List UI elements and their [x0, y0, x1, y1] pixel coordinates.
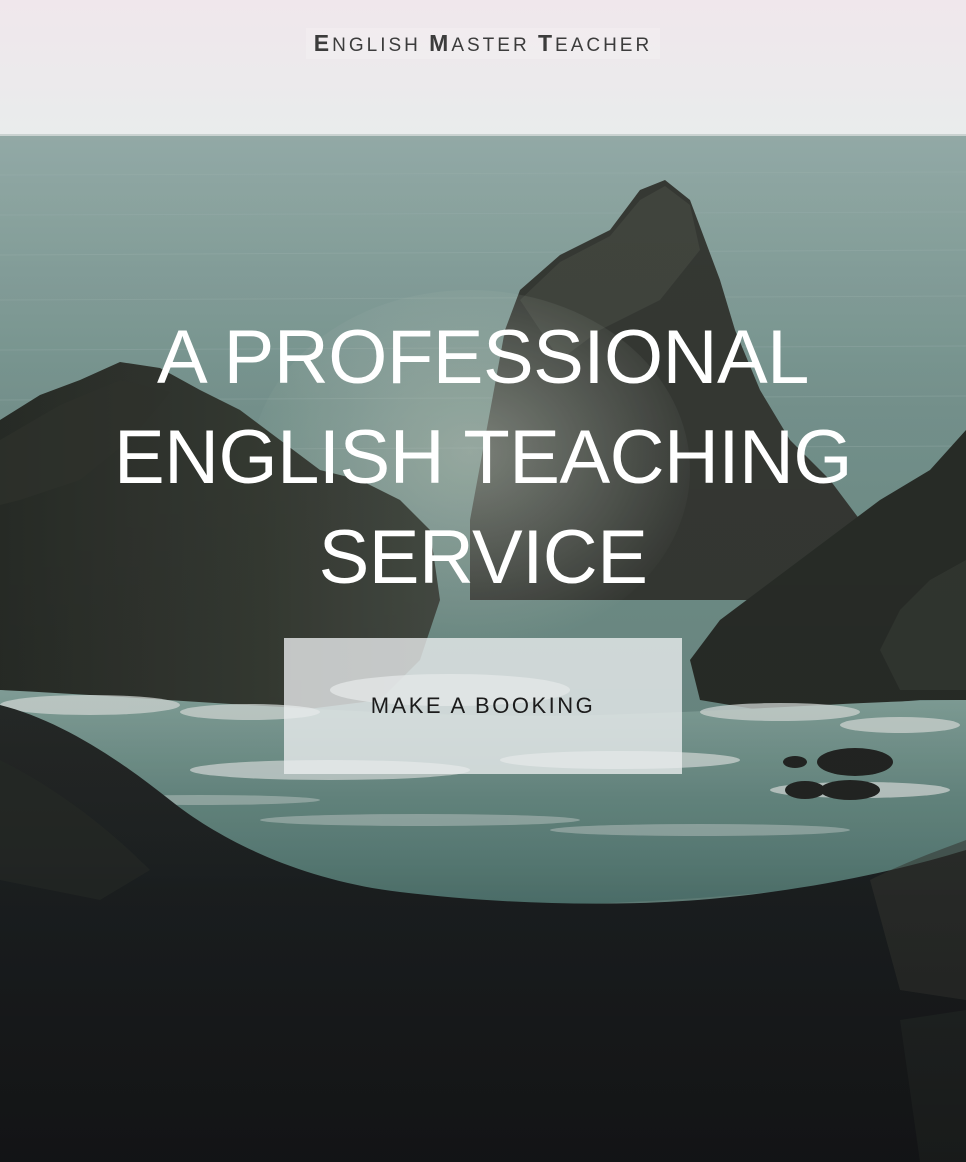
- headline-line: A PROFESSIONAL: [157, 315, 809, 400]
- make-a-booking-button[interactable]: MAKE A BOOKING: [284, 638, 682, 774]
- brand-initial-e: E: [313, 30, 333, 56]
- site-header: ENGLISH MASTER TEACHER: [0, 0, 966, 84]
- page: ENGLISH MASTER TEACHER A PROFESSIONAL EN…: [0, 0, 966, 1162]
- brand-word-teacher: EACHER: [555, 35, 653, 56]
- brand-initial-t: T: [537, 30, 556, 56]
- headline-line: ENGLISH TEACHING: [113, 415, 853, 500]
- hero-headline: A PROFESSIONAL ENGLISH TEACHING SERVICE: [0, 308, 966, 608]
- headline-line: SERVICE: [318, 515, 648, 600]
- brand-initial-m: M: [429, 30, 452, 56]
- brand-word-master: ASTER: [451, 35, 538, 56]
- brand-word-english: NGLISH: [332, 35, 430, 56]
- cta-label: MAKE A BOOKING: [370, 693, 596, 718]
- site-title-link[interactable]: ENGLISH MASTER TEACHER: [305, 28, 661, 59]
